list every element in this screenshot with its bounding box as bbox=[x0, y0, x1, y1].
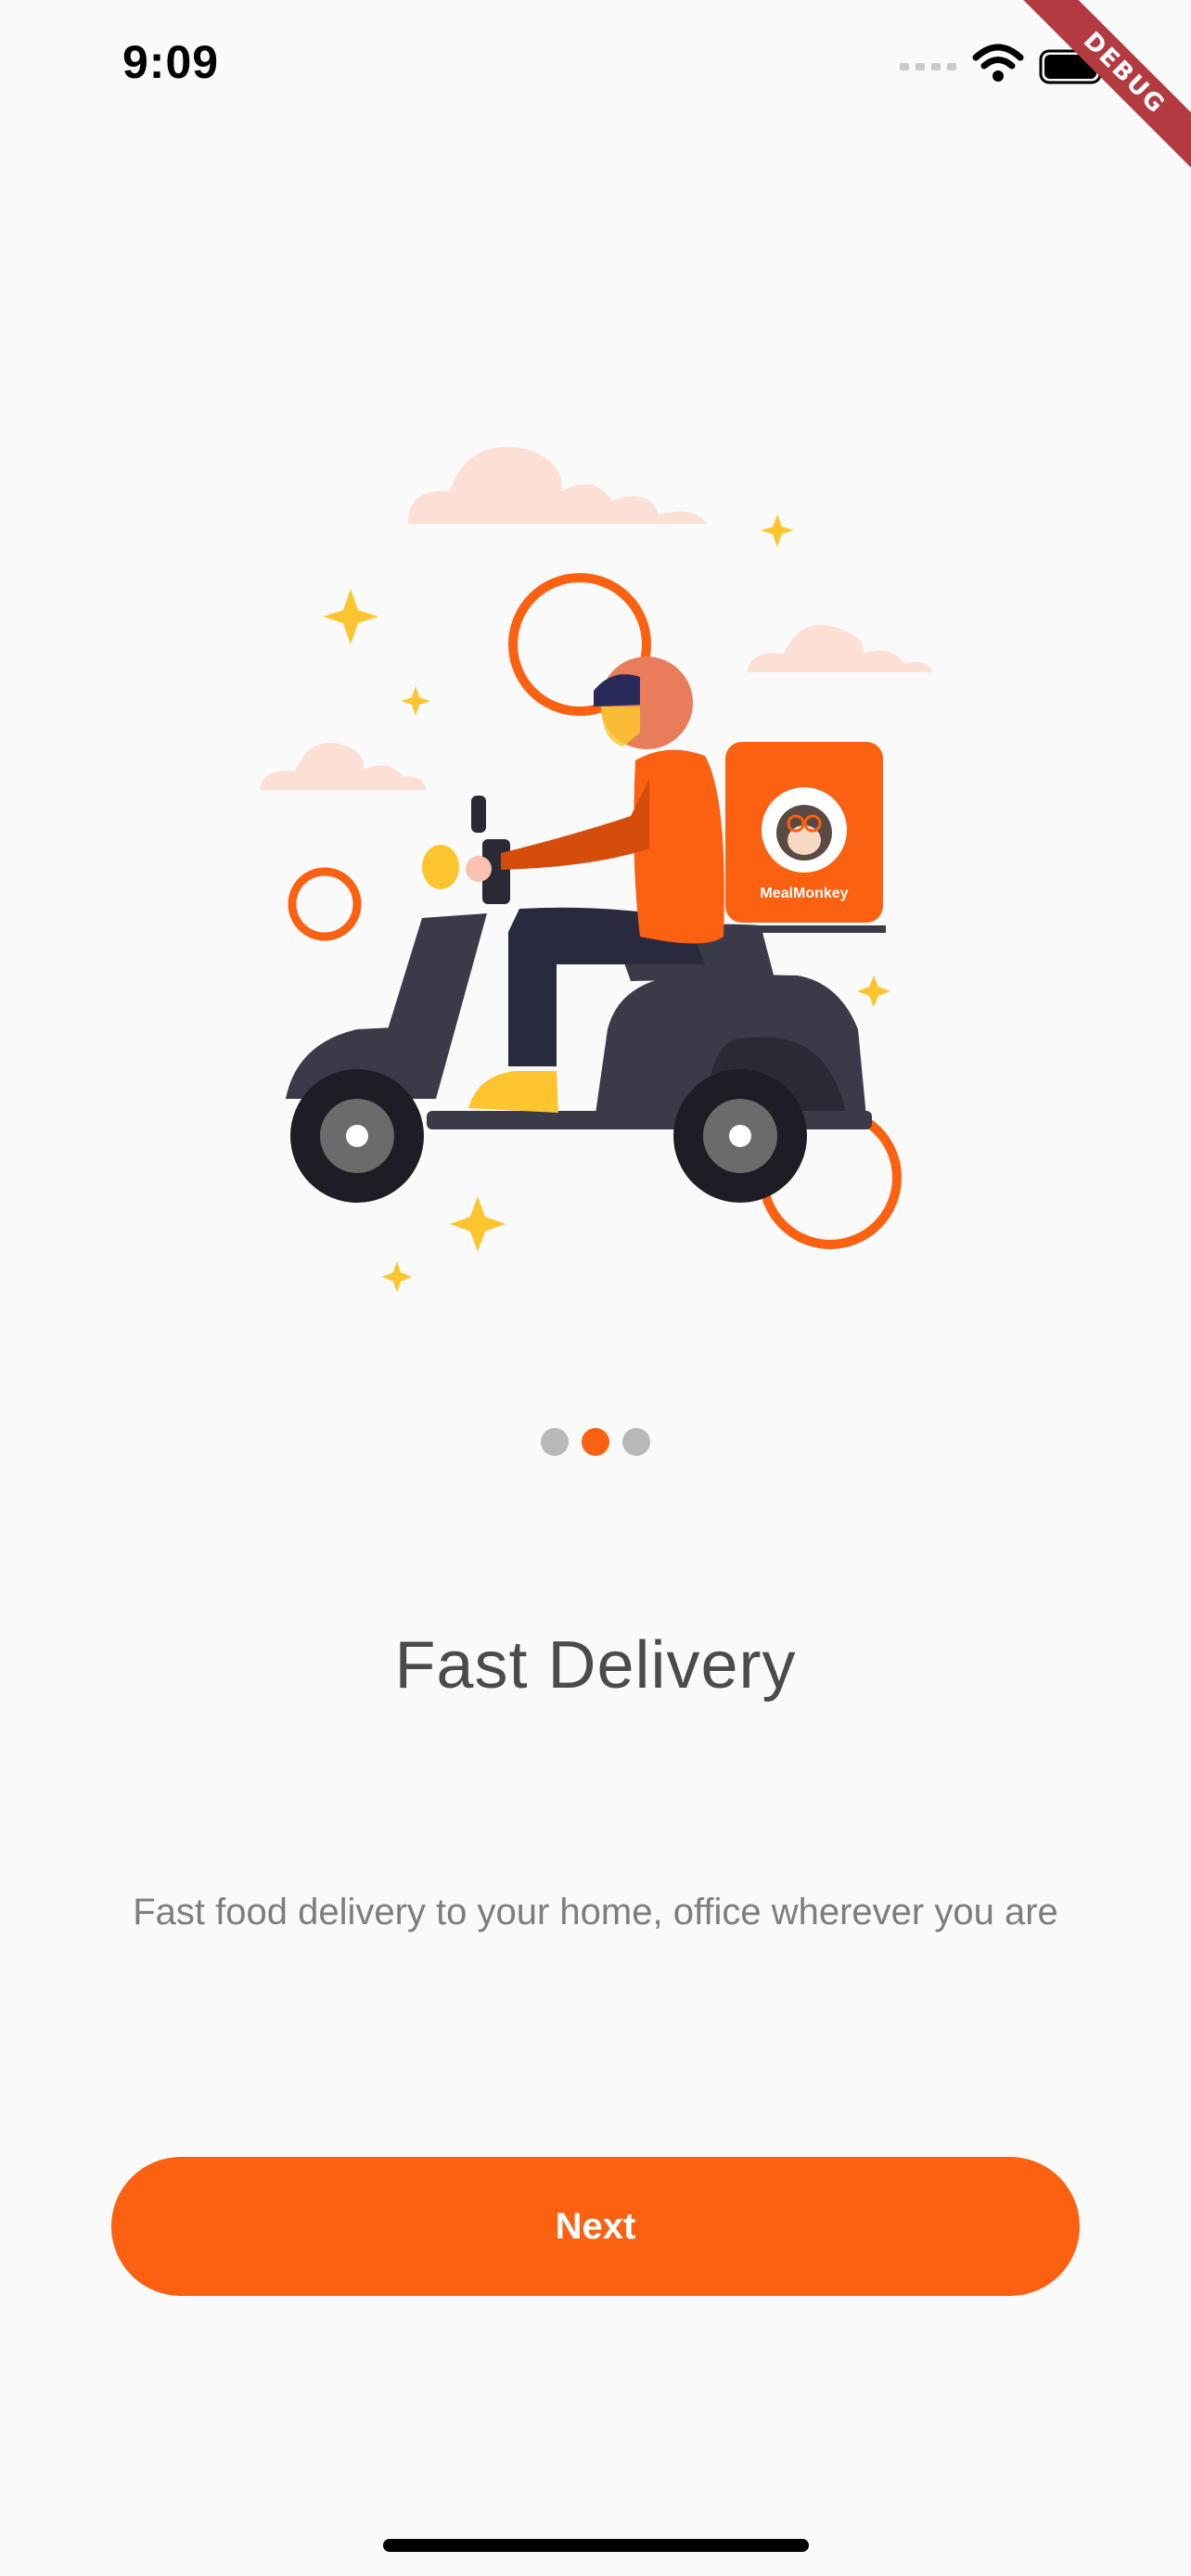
ring-icon bbox=[288, 867, 362, 941]
page-dot[interactable] bbox=[541, 1428, 569, 1456]
delivery-box-icon: MealMonkey bbox=[725, 742, 886, 933]
box-brand-label: MealMonkey bbox=[760, 886, 848, 901]
page-indicator bbox=[0, 1428, 1191, 1458]
page-dot[interactable] bbox=[622, 1428, 650, 1456]
page-dot-active[interactable] bbox=[582, 1428, 609, 1456]
next-button[interactable]: Next bbox=[111, 2157, 1080, 2296]
page-subtitle: Fast food delivery to your home, office … bbox=[133, 1892, 1058, 1932]
delivery-scooter-illustration: MealMonkey bbox=[260, 447, 932, 1293]
home-indicator[interactable] bbox=[383, 2539, 809, 2552]
page-title: Fast Delivery bbox=[394, 1628, 797, 1702]
